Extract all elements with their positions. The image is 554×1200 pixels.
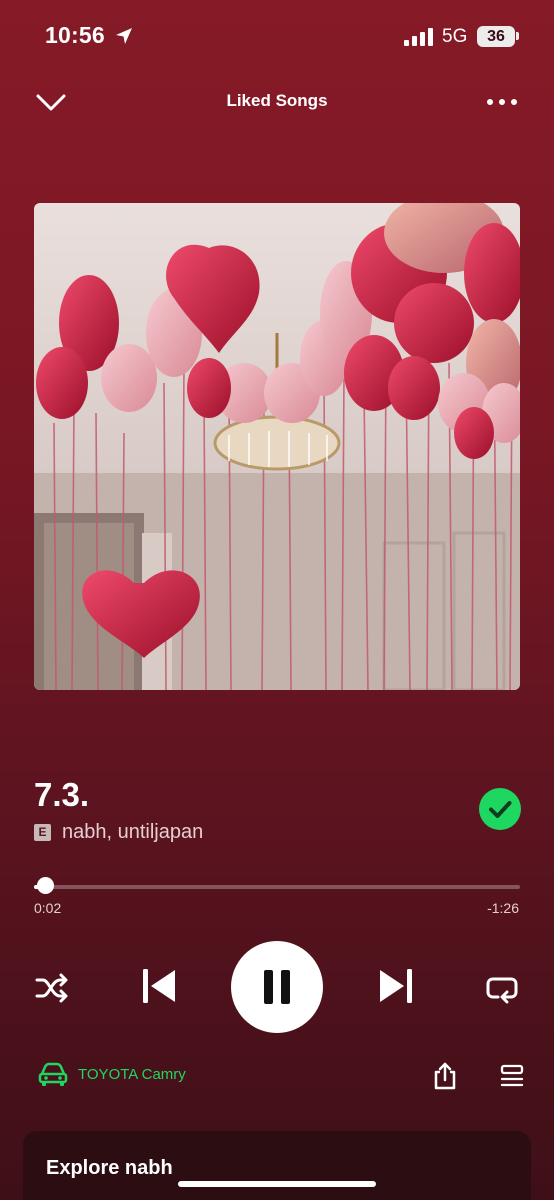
share-button[interactable] <box>430 1061 460 1091</box>
location-arrow-icon <box>116 28 132 44</box>
repeat-icon <box>486 977 518 1004</box>
more-dots-icon <box>487 99 517 105</box>
progress-handle[interactable] <box>37 877 54 894</box>
more-options-button[interactable] <box>484 92 520 112</box>
explore-title: Explore nabh <box>46 1157 173 1179</box>
remaining-time: -1:26 <box>487 900 519 916</box>
status-bar: 10:56 5G 36 <box>0 0 554 75</box>
network-type: 5G <box>442 26 468 47</box>
queue-button[interactable] <box>498 1062 526 1090</box>
pause-button[interactable] <box>231 941 323 1033</box>
share-icon <box>434 1062 456 1090</box>
album-artwork <box>34 203 520 690</box>
now-playing-header: Liked Songs <box>0 80 554 124</box>
check-circle-icon <box>489 801 512 818</box>
playlist-title: Liked Songs <box>226 91 328 110</box>
artwork-image <box>34 203 520 690</box>
battery-tip <box>516 32 519 40</box>
home-indicator[interactable] <box>178 1181 376 1187</box>
signal-bars-icon <box>404 28 433 46</box>
shuffle-button[interactable] <box>34 970 70 1006</box>
track-title: 7.3. <box>34 776 90 813</box>
explore-artist-card[interactable]: Explore nabh <box>23 1131 531 1200</box>
repeat-button[interactable] <box>484 970 520 1006</box>
skip-previous-icon <box>143 969 175 1003</box>
progress-bar[interactable] <box>34 885 520 889</box>
next-button[interactable] <box>377 966 415 1006</box>
skip-next-icon <box>380 969 412 1003</box>
status-time: 10:56 <box>45 22 105 48</box>
elapsed-time: 0:02 <box>34 900 62 916</box>
queue-icon <box>500 1064 524 1087</box>
previous-button[interactable] <box>140 966 178 1006</box>
explicit-badge: E <box>34 824 51 841</box>
track-artists[interactable]: nabh, untiljapan <box>62 821 203 844</box>
liked-button[interactable] <box>479 788 521 830</box>
pause-icon <box>264 970 290 1004</box>
device-name: TOYOTA Camry <box>78 1066 186 1083</box>
car-icon <box>38 1062 68 1086</box>
shuffle-icon <box>35 973 68 1003</box>
battery-indicator: 36 <box>477 26 515 47</box>
